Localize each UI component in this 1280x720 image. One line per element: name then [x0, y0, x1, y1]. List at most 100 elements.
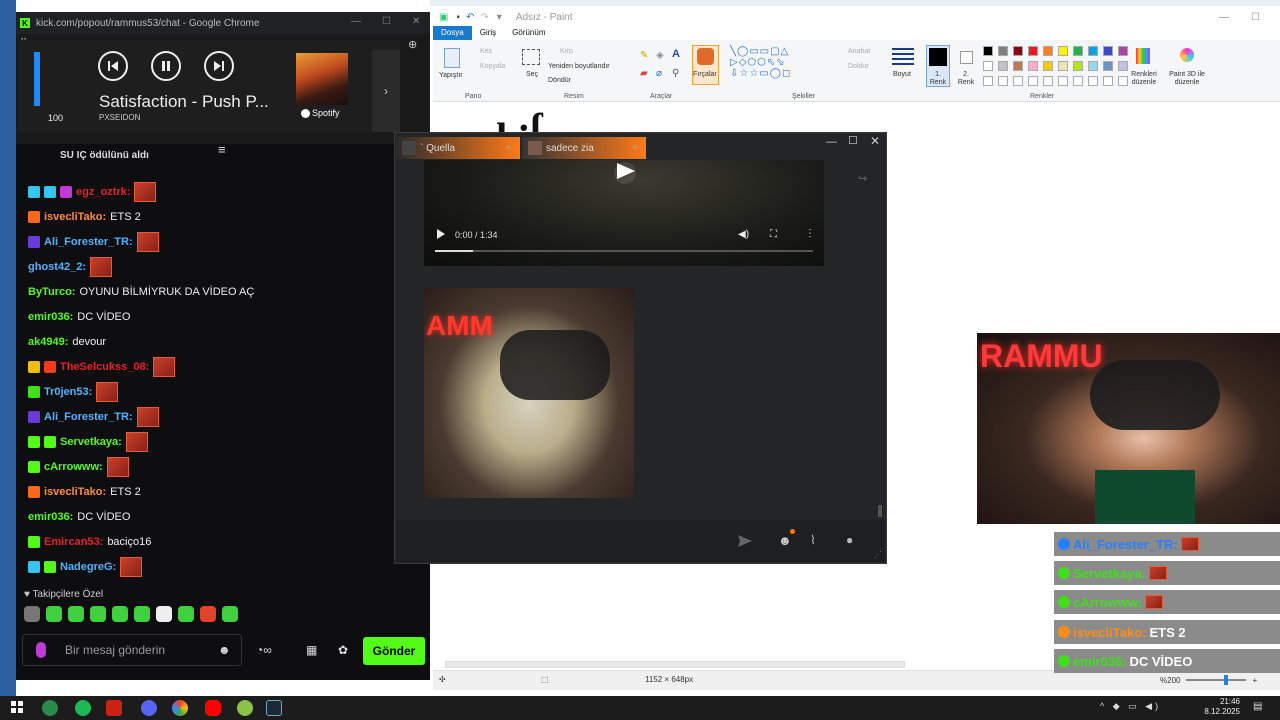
zoom-control[interactable]: %200 + — [1160, 674, 1280, 686]
next-track-button[interactable] — [204, 51, 234, 81]
paste-button[interactable]: Yapıştır — [439, 72, 463, 79]
palette-swatch[interactable] — [1088, 61, 1098, 71]
chat-username[interactable]: emir036: — [28, 311, 73, 323]
zoom-thumb[interactable] — [1224, 675, 1229, 685]
collapse-icon[interactable]: ≡ — [218, 142, 226, 157]
maximize-icon[interactable]: ☐ — [1251, 12, 1260, 23]
video-progress-bar[interactable] — [435, 250, 813, 252]
rewards-icon[interactable]: ◔∞ — [256, 643, 272, 657]
chat-username[interactable]: emir036: — [28, 511, 73, 523]
minimize-icon[interactable]: — — [351, 16, 361, 27]
palette-swatch[interactable] — [1118, 46, 1128, 56]
eraser-icon[interactable]: ▰ — [640, 68, 648, 79]
voice-icon[interactable]: ● — [846, 533, 853, 547]
quick-access-icon[interactable]: ▾ — [497, 12, 502, 23]
volume-icon[interactable]: ◀) — [738, 229, 749, 240]
pause-button[interactable] — [151, 51, 181, 81]
palette-swatch[interactable] — [1073, 61, 1083, 71]
palette-swatch-empty[interactable] — [1088, 76, 1098, 86]
close-icon[interactable]: ✕ — [870, 134, 880, 148]
palette-swatch[interactable] — [1028, 46, 1038, 56]
chat-username[interactable]: isvecliTako: — [44, 486, 106, 498]
palette-swatch[interactable] — [1013, 46, 1023, 56]
rotate-button[interactable]: Döndür — [548, 77, 571, 84]
palette-swatch[interactable] — [1073, 46, 1083, 56]
windows-start-icon[interactable] — [11, 701, 23, 713]
app-icon[interactable] — [42, 700, 58, 716]
palette-swatch-empty[interactable] — [1118, 76, 1128, 86]
chat-username[interactable]: isvecliTako: — [44, 211, 106, 223]
palette-swatch[interactable] — [1103, 61, 1113, 71]
close-tab-icon[interactable]: × — [632, 142, 637, 152]
chat-username[interactable]: Tr0jen53: — [44, 386, 92, 398]
steam-taskbar-icon[interactable] — [266, 700, 282, 716]
minimize-icon[interactable]: — — [826, 136, 837, 148]
paint3d-icon[interactable] — [1180, 48, 1194, 62]
emote-icon[interactable] — [112, 606, 128, 622]
outline-button[interactable]: Anahat — [848, 48, 870, 55]
palette-swatch-empty[interactable] — [1058, 76, 1068, 86]
microphone-icon[interactable] — [36, 642, 46, 658]
fill-icon[interactable]: ◈ — [656, 50, 664, 61]
select-button[interactable]: Seç — [526, 71, 538, 78]
size-icon[interactable] — [892, 48, 914, 68]
tab-quella[interactable]: ` Quella — [396, 137, 520, 159]
resize-button[interactable]: Yeniden boyutlandır — [548, 63, 610, 70]
save-icon[interactable]: ▪ — [456, 12, 460, 23]
close-tab-icon[interactable]: × — [506, 142, 511, 152]
discord-taskbar-icon[interactable] — [141, 700, 157, 716]
undo-icon[interactable]: ↶ — [466, 12, 474, 23]
emote-icon[interactable] — [90, 606, 106, 622]
palette-swatch-empty[interactable] — [1043, 76, 1053, 86]
fullscreen-icon[interactable]: ⛶ — [770, 229, 777, 240]
chat-username[interactable]: Ali_Forester_TR: — [44, 236, 133, 248]
emote-avatar-icon[interactable] — [24, 606, 40, 622]
palette-swatch[interactable] — [1058, 46, 1068, 56]
redo-icon[interactable]: ↷ — [480, 12, 488, 23]
palette-swatch-empty[interactable] — [1103, 76, 1113, 86]
edit-colors-icon[interactable] — [1136, 48, 1150, 64]
expand-button[interactable]: › — [372, 50, 400, 132]
viewer-scrollbar[interactable] — [878, 505, 882, 517]
emote-icon[interactable] — [200, 606, 216, 622]
close-icon[interactable]: ✕ — [412, 16, 420, 27]
magnifier-icon[interactable]: ⚲ — [672, 68, 679, 79]
palette-swatch-empty[interactable] — [1073, 76, 1083, 86]
chrome-taskbar-icon[interactable] — [172, 700, 188, 716]
palette-swatch[interactable] — [1043, 46, 1053, 56]
horizontal-scrollbar[interactable] — [445, 661, 905, 668]
chat-username[interactable]: Ali_Forester_TR: — [44, 411, 133, 423]
chat-username[interactable]: egz_oztrk: — [76, 186, 130, 198]
more-options-icon[interactable]: ⋮ — [805, 228, 815, 239]
minimize-icon[interactable]: — — [1219, 12, 1229, 23]
palette-swatch[interactable] — [983, 61, 993, 71]
taskbar-clock[interactable]: 21:46 8.12.2025 — [1200, 697, 1240, 717]
crop-button[interactable]: Kırp — [560, 48, 573, 55]
palette-swatch-empty[interactable] — [1013, 76, 1023, 86]
palette-swatch[interactable] — [1043, 61, 1053, 71]
size-button[interactable]: Boyut — [893, 71, 911, 78]
palette-swatch-empty[interactable] — [983, 76, 993, 86]
palette-swatch[interactable] — [1103, 46, 1113, 56]
palette-swatch[interactable] — [1088, 46, 1098, 56]
play-icon[interactable] — [437, 229, 445, 239]
chat-username[interactable]: ghost42_2: — [28, 261, 86, 273]
tab-file[interactable]: Dosya — [433, 26, 472, 40]
zoom-icon[interactable]: ⊕ — [408, 38, 417, 51]
palette-swatch-empty[interactable] — [998, 76, 1008, 86]
palette-swatch[interactable] — [1013, 61, 1023, 71]
spotify-taskbar-icon[interactable] — [75, 700, 91, 716]
resize-grip-icon[interactable]: ⋰ — [874, 550, 882, 559]
paste-icon[interactable] — [444, 48, 460, 68]
palette-swatch-empty[interactable] — [1028, 76, 1038, 86]
edit-colors-button[interactable]: Renkleri düzenle — [1128, 71, 1160, 87]
color2-swatch[interactable] — [960, 51, 973, 64]
chat-username[interactable]: TheSelcukss_08: — [60, 361, 149, 373]
copy-button[interactable]: Kopyala — [480, 63, 505, 70]
emoji-icon[interactable]: ☻ — [778, 533, 792, 548]
chat-username[interactable]: ak4949: — [28, 336, 68, 348]
emote-icon[interactable] — [222, 606, 238, 622]
attach-icon[interactable]: ⌇ — [810, 533, 816, 547]
previous-track-button[interactable] — [98, 51, 128, 81]
tab-view[interactable]: Görünüm — [504, 26, 553, 40]
